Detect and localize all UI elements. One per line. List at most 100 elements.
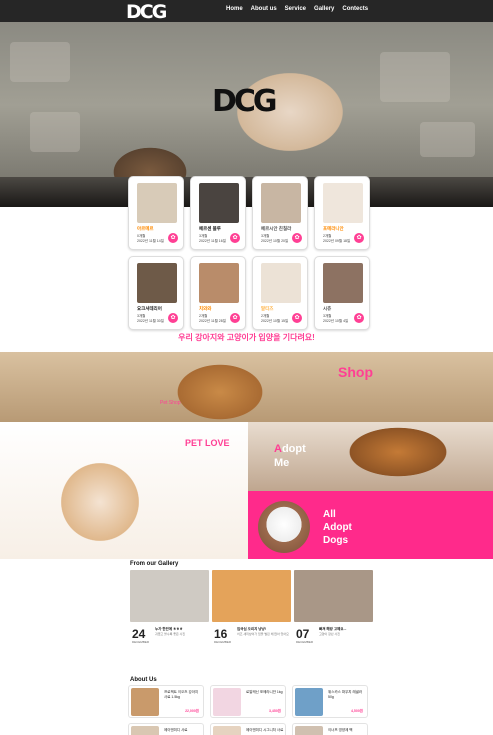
pet-age: 2개월 bbox=[199, 314, 208, 318]
pet-card[interactable]: 치와와 2개월 2022년 11월 28일 ✿ bbox=[190, 256, 246, 330]
product-name: 위스카스 파우치 레귤러 50g bbox=[328, 690, 363, 699]
pet-age: 2개월 bbox=[323, 234, 332, 238]
nav-home-link[interactable]: Home bbox=[226, 6, 243, 12]
all-adopt-dogs-panel[interactable]: All Adopt Dogs bbox=[248, 491, 493, 559]
pet-date: 2022년 10월 15일 bbox=[261, 318, 289, 323]
pet-age: 2개월 bbox=[261, 314, 270, 318]
product-card[interactable]: 이너프 영양제 팩 bbox=[292, 723, 368, 735]
pet-meta: 2개월 2022년 10월 15일 bbox=[261, 314, 288, 323]
gallery-post-title: 누가 한잔에 ㅎㅎㅎ bbox=[155, 627, 183, 631]
gallery-post-title: 입국심 오리지 냥냥! bbox=[237, 627, 266, 631]
adopt-me-panel[interactable]: Adopt Me bbox=[248, 422, 493, 491]
paw-icon[interactable]: ✿ bbox=[168, 313, 178, 323]
nav-contects-link[interactable]: Contects bbox=[342, 6, 368, 12]
pet-name: 시츄 bbox=[323, 306, 332, 311]
product-image bbox=[295, 688, 323, 716]
pet-date: 2022년 11월 14일 bbox=[137, 238, 164, 243]
about-product-grid: 프로젝트 이오즈 강아지 사료 1.5kg 22,000원 로얄캐닌 포메라니안 1… bbox=[128, 685, 372, 735]
gallery-item[interactable]: 24 DECEMBER 누가 한잔에 ㅎㅎㅎ 귀엽고 볼수록 좋은 사진 bbox=[130, 570, 209, 644]
gallery-photo bbox=[130, 570, 209, 622]
site-logo[interactable]: DCG bbox=[126, 1, 172, 23]
all-adopt-dogs-text: All Adopt Dogs bbox=[323, 508, 352, 547]
gallery-day: 24 bbox=[132, 627, 146, 641]
paw-icon[interactable]: ✿ bbox=[230, 233, 240, 243]
product-card[interactable]: 위스카스 파우치 레귤러 50g 4,500원 bbox=[292, 685, 368, 718]
pet-name: 치와와 bbox=[199, 306, 212, 311]
pet-name: 페르시안 친칠라 bbox=[261, 226, 292, 231]
paw-icon[interactable]: ✿ bbox=[168, 233, 178, 243]
gallery-item[interactable]: 16 DECEMBER 입국심 오리지 냥냥! 치즈 새끼냥이가 입을 벌린 채 앉아… bbox=[212, 570, 291, 644]
pet-meta: 2개월 2022년 11월 28일 bbox=[199, 314, 226, 323]
gallery-item[interactable]: 07 DECEMBER 빠져 해랑 고예요... 고양이 장난 사진 bbox=[294, 570, 373, 644]
pet-name: 아르메르 bbox=[137, 226, 154, 231]
gallery-section-title: From our Gallery bbox=[130, 561, 179, 567]
pet-date: 2022년 11월 30일 bbox=[137, 318, 164, 323]
gallery-month: DECEMBER bbox=[296, 640, 314, 644]
pet-age: 3개월 bbox=[137, 314, 146, 318]
paw-icon[interactable]: ✿ bbox=[230, 313, 240, 323]
shop-banner[interactable]: Shop Pet Shop bbox=[0, 352, 493, 422]
product-image bbox=[213, 726, 241, 735]
pet-date: 2022년 10월 20일 bbox=[261, 238, 289, 243]
pet-card[interactable]: 포메라니안 2개월 2022년 09월 18일 ✿ bbox=[314, 176, 370, 250]
pet-card-grid: 아르메르 0개월 2022년 11월 14일 ✿ 페르센 블루 3개월 2022년 11월 … bbox=[128, 176, 372, 330]
gallery-day: 07 bbox=[296, 627, 310, 641]
product-image bbox=[131, 726, 159, 735]
product-image bbox=[131, 688, 159, 716]
pet-card[interactable]: 시츄 3개월 2022년 10월 4일 ✿ bbox=[314, 256, 370, 330]
product-image bbox=[213, 688, 241, 716]
product-name: 에이엔미디 시그니처 사료 bbox=[246, 728, 284, 732]
about-section-title: About Us bbox=[130, 677, 157, 683]
gallery-day: 16 bbox=[214, 627, 228, 641]
gallery-photo bbox=[212, 570, 291, 622]
hero-wall-stone bbox=[420, 122, 475, 157]
nav-gallery-link[interactable]: Gallery bbox=[314, 6, 334, 12]
shop-tag: Pet Shop bbox=[160, 400, 181, 406]
pet-name: 포메라니안 bbox=[323, 226, 344, 231]
pet-meta: 3개월 2022년 10월 20일 bbox=[261, 234, 288, 243]
gallery-post-desc: 귀엽고 볼수록 좋은 사진 bbox=[155, 632, 186, 636]
pet-card[interactable]: 페르시안 친칠라 3개월 2022년 10월 20일 ✿ bbox=[252, 176, 308, 250]
pet-meta: 2개월 2022년 09월 18일 bbox=[323, 234, 350, 243]
pet-love-title: PET LOVE bbox=[185, 438, 230, 448]
product-card[interactable]: 로얄캐닌 포메라니안 1kg 3,450원 bbox=[210, 685, 286, 718]
paw-icon[interactable]: ✿ bbox=[354, 233, 364, 243]
pet-age: 3개월 bbox=[261, 234, 270, 238]
product-image bbox=[295, 726, 323, 735]
product-card[interactable]: 프로젝트 이오즈 강아지 사료 1.5kg 22,000원 bbox=[128, 685, 204, 718]
gallery-post-title: 빠져 해랑 고예요... bbox=[319, 627, 347, 631]
pet-meta: 3개월 2022년 10월 4일 bbox=[323, 314, 348, 323]
shop-title[interactable]: Shop bbox=[338, 364, 373, 380]
pet-card[interactable]: 페르센 블루 3개월 2022년 11월 16일 ✿ bbox=[190, 176, 246, 250]
paw-icon[interactable]: ✿ bbox=[292, 233, 302, 243]
adopt-line: Adopt bbox=[323, 522, 352, 533]
pet-name: 말티즈 bbox=[261, 306, 274, 311]
gallery-month: DECEMBER bbox=[132, 640, 150, 644]
pet-photo bbox=[199, 183, 239, 223]
top-navbar: DCG Home About us Service Gallery Contec… bbox=[0, 0, 493, 23]
paw-icon[interactable]: ✿ bbox=[292, 313, 302, 323]
pet-photo bbox=[137, 183, 177, 223]
gallery-month: DECEMBER bbox=[214, 640, 232, 644]
pet-card[interactable]: 말티즈 2개월 2022년 10월 15일 ✿ bbox=[252, 256, 308, 330]
pet-card[interactable]: 요크셔테리어 3개월 2022년 11월 30일 ✿ bbox=[128, 256, 184, 330]
hero-wall-stone bbox=[380, 52, 450, 102]
pet-meta: 3개월 2022년 11월 30일 bbox=[137, 314, 164, 323]
pet-age: 0개월 bbox=[137, 234, 146, 238]
product-price: 22,000원 bbox=[185, 709, 199, 713]
product-card[interactable]: 에이엔미디 시그니처 사료 bbox=[210, 723, 286, 735]
pet-photo bbox=[323, 183, 363, 223]
pet-photo bbox=[199, 263, 239, 303]
product-name: 이너프 영양제 팩 bbox=[328, 728, 353, 732]
hero-wall-stone bbox=[10, 42, 70, 82]
product-name: 프로젝트 이오즈 강아지 사료 1.5kg bbox=[164, 690, 199, 699]
nav-about-link[interactable]: About us bbox=[251, 6, 277, 12]
pet-age: 3개월 bbox=[323, 314, 332, 318]
product-card[interactable]: 에이엔미디 사료 bbox=[128, 723, 204, 735]
pet-card[interactable]: 아르메르 0개월 2022년 11월 14일 ✿ bbox=[128, 176, 184, 250]
nav-service-link[interactable]: Service bbox=[285, 6, 306, 12]
gallery-photo bbox=[294, 570, 373, 622]
pet-photo bbox=[323, 263, 363, 303]
dogs-line: Dogs bbox=[323, 535, 348, 546]
paw-icon[interactable]: ✿ bbox=[354, 313, 364, 323]
